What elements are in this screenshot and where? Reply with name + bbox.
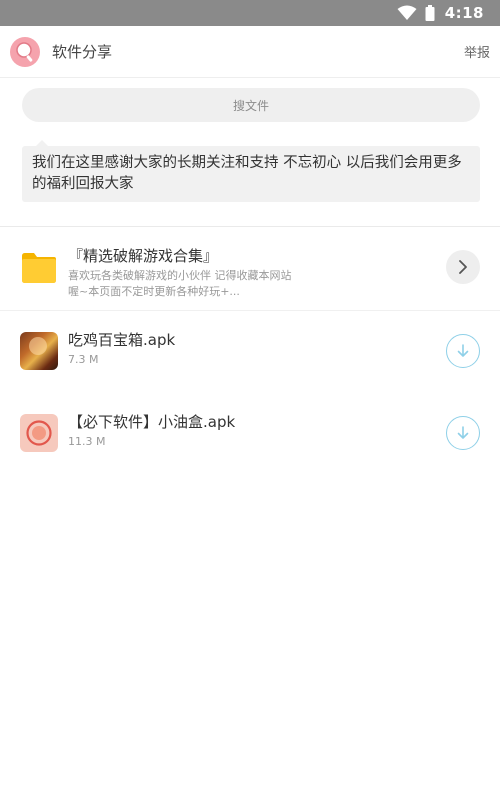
oil-box-logo-icon xyxy=(26,420,52,446)
download-icon xyxy=(457,426,469,439)
folder-item[interactable]: 『精选破解游戏合集』 喜欢玩各类破解游戏的小伙伴 记得收藏本网站 喔~本页面不定… xyxy=(0,246,500,310)
file-info: 【必下软件】小油盒.apk 11.3 M xyxy=(68,412,446,450)
file-name: 吃鸡百宝箱.apk xyxy=(68,331,176,349)
page-title: 软件分享 xyxy=(52,43,113,61)
notice-text: 我们在这里感谢大家的长期关注和支持 不忘初心 以后我们会用更多的福利回报大家 xyxy=(32,155,462,192)
report-button[interactable]: 举报 xyxy=(464,42,490,61)
chevron-right-icon xyxy=(459,260,467,274)
folder-desc-line2: 喔~本页面不定时更新各种好玩+... xyxy=(68,285,240,298)
download-button[interactable] xyxy=(446,416,480,450)
folder-icon xyxy=(22,253,56,283)
file-name: 【必下软件】小油盒.apk xyxy=(68,413,236,431)
game-app-icon xyxy=(20,332,58,370)
row-divider xyxy=(0,310,500,311)
download-icon xyxy=(457,344,469,357)
folder-name: 『精选破解游戏合集』 xyxy=(68,247,219,265)
folder-info: 『精选破解游戏合集』 喜欢玩各类破解游戏的小伙伴 记得收藏本网站 喔~本页面不定… xyxy=(68,246,446,300)
status-time: 4:18 xyxy=(444,4,484,22)
app-header: 软件分享 举报 xyxy=(0,26,500,78)
open-folder-button[interactable] xyxy=(446,250,480,284)
search-input[interactable]: 搜文件 xyxy=(22,88,480,122)
magnifier-logo-icon xyxy=(16,41,33,62)
file-item[interactable]: 吃鸡百宝箱.apk 7.3 M xyxy=(0,330,500,374)
file-info: 吃鸡百宝箱.apk 7.3 M xyxy=(68,330,446,368)
file-size: 11.3 M xyxy=(68,435,106,448)
notice-bubble: 我们在这里感谢大家的长期关注和支持 不忘初心 以后我们会用更多的福利回报大家 xyxy=(22,140,480,202)
battery-icon xyxy=(425,5,435,21)
avatar[interactable] xyxy=(10,36,40,67)
folder-desc-line1: 喜欢玩各类破解游戏的小伙伴 记得收藏本网站 xyxy=(68,269,292,282)
file-item[interactable]: 【必下软件】小油盒.apk 11.3 M xyxy=(0,412,500,456)
status-bar: 4:18 xyxy=(0,0,500,26)
file-size: 7.3 M xyxy=(68,353,99,366)
download-button[interactable] xyxy=(446,334,480,368)
wifi-icon xyxy=(397,5,417,20)
section-divider xyxy=(0,226,500,227)
oil-box-app-icon xyxy=(20,414,58,452)
